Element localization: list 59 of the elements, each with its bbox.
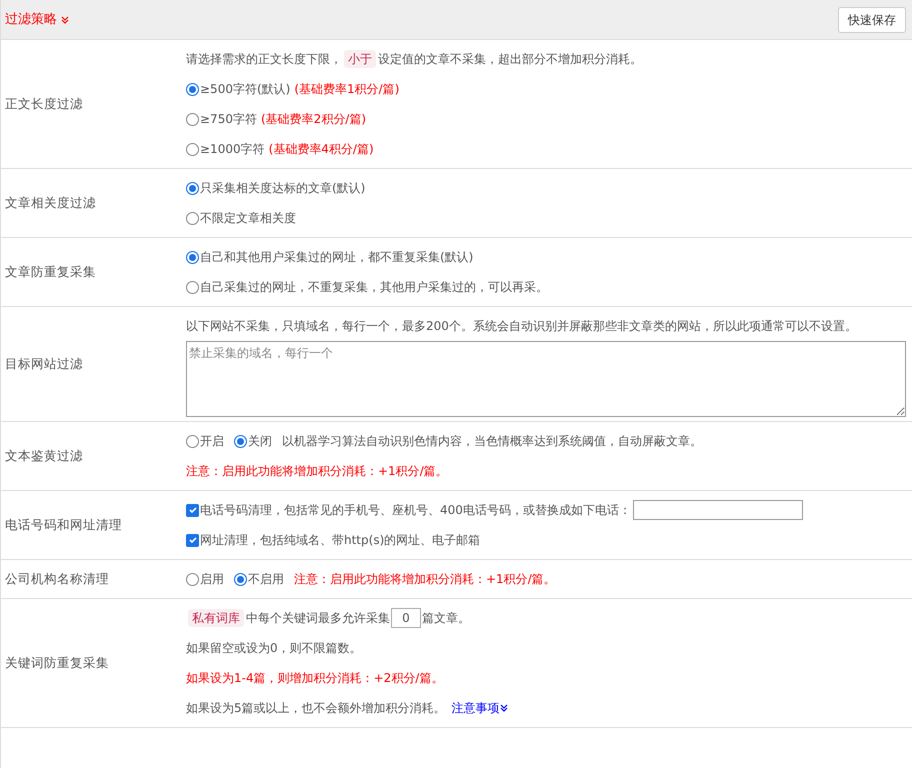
field-label: 文章防重复采集: [5, 262, 96, 281]
radio-button[interactable]: [186, 112, 199, 126]
description-text: 如果设为5篇或以上，也不会额外增加积分消耗。: [186, 700, 446, 717]
description-text: 中每个关键词最多允许采集: [246, 610, 390, 627]
checkmark-icon: [188, 505, 198, 515]
warning-text: 如果设为1-4篇，则增加积分消耗：+2积分/篇。: [186, 670, 444, 687]
option-label[interactable]: 网址清理，包括纯域名、带http(s)的网址、电子邮箱: [200, 531, 480, 549]
domain-textarea[interactable]: 禁止采集的域名，每行一个: [186, 341, 906, 417]
radio-button[interactable]: [186, 142, 199, 156]
option-label[interactable]: 自己和其他用户采集过的网址，都不重复采集(默认): [200, 248, 474, 266]
option-label[interactable]: 启用: [200, 570, 224, 588]
highlight-tag: 私有词库: [188, 609, 244, 627]
double-chevron-icon[interactable]: [500, 704, 508, 712]
option-label[interactable]: ≥750字符: [200, 110, 257, 128]
description-text: 以机器学习算法自动识别色情内容，当色情概率达到系统阈值，自动屏蔽文章。: [282, 433, 702, 450]
option-label[interactable]: 关闭: [248, 432, 272, 450]
radio-button[interactable]: [186, 182, 199, 194]
radio-button[interactable]: [186, 280, 199, 294]
option-label[interactable]: 只采集相关度达标的文章(默认): [200, 179, 366, 197]
radio-button[interactable]: [186, 82, 199, 96]
highlight-tag: 小于: [344, 50, 376, 68]
rate-note: (基础费率2积分/篇): [260, 111, 366, 128]
field-label: 文本鉴黄过滤: [5, 446, 83, 465]
field-label: 关键词防重复采集: [5, 654, 109, 672]
count-input[interactable]: 0: [391, 608, 421, 628]
option-label[interactable]: ≥500字符(默认): [200, 80, 290, 98]
field-label: 目标网站过滤: [5, 354, 83, 373]
description-text: 篇文章。: [422, 610, 470, 627]
radio-button[interactable]: [234, 434, 247, 448]
field-label: 文章相关度过滤: [5, 194, 96, 212]
description-text: 如果留空或设为0，则不限篇数。: [186, 640, 362, 657]
rate-note: (基础费率1积分/篇): [294, 81, 400, 98]
radio-button[interactable]: [186, 212, 199, 224]
radio-button[interactable]: [186, 250, 199, 264]
radio-button[interactable]: [186, 572, 199, 586]
description-text: 设定值的文章不采集，超出部分不增加积分消耗。: [378, 51, 642, 68]
option-label[interactable]: 不启用: [248, 570, 284, 588]
description-text: 请选择需求的正文长度下限，: [186, 51, 342, 68]
double-chevron-icon[interactable]: [61, 16, 69, 24]
checkbox[interactable]: [186, 534, 199, 546]
field-label: 公司机构名称清理: [5, 570, 109, 588]
field-label: 电话号码和网址清理: [5, 516, 122, 534]
radio-button[interactable]: [234, 572, 247, 586]
rate-note: (基础费率4积分/篇): [268, 141, 374, 158]
option-label[interactable]: ≥1000字符: [200, 140, 265, 158]
description-text: 以下网站不采集，只填域名，每行一个，最多200个。系统会自动识别并屏蔽那些非文章类的网站，所以此项通常可以不设置。: [186, 318, 857, 335]
phone-input[interactable]: [632, 500, 803, 520]
notes-link[interactable]: 注意事项: [452, 699, 508, 717]
field-label: 正文长度过滤: [5, 94, 83, 113]
option-label[interactable]: 自己采集过的网址，不重复采集，其他用户采集过的，可以再采。: [200, 278, 548, 296]
radio-button[interactable]: [186, 434, 199, 448]
warning-text: 注意：启用此功能将增加积分消耗：+1积分/篇。: [186, 463, 448, 480]
option-label[interactable]: 不限定文章相关度: [200, 209, 296, 227]
option-label[interactable]: 开启: [200, 432, 224, 450]
checkbox[interactable]: [186, 504, 199, 516]
quick-save-button[interactable]: 快速保存: [838, 6, 906, 32]
option-label[interactable]: 电话号码清理，包括常见的手机号、座机号、400电话号码，或替换成如下电话：: [200, 501, 631, 519]
warning-text: 注意：启用此功能将增加积分消耗：+1积分/篇。: [294, 571, 556, 588]
checkmark-icon: [188, 535, 198, 545]
